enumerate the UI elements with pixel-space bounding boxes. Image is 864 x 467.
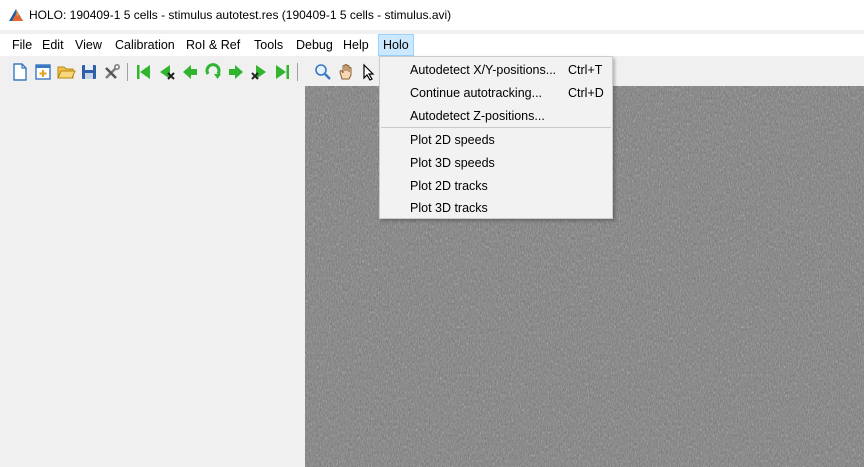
step-forward-icon[interactable] (226, 62, 246, 82)
menu-item-label: Plot 3D tracks (410, 201, 488, 215)
menu-item-plot-3d-speeds[interactable]: Plot 3D speeds (380, 152, 612, 174)
left-panel (9, 86, 305, 467)
menu-item-label: Autodetect X/Y-positions... (410, 63, 557, 77)
rotate-icon[interactable] (203, 62, 223, 82)
menu-item-label: Continue autotracking... (410, 86, 543, 100)
menu-item-shortcut: Ctrl+T (568, 63, 603, 77)
go-last-icon[interactable] (272, 62, 292, 82)
menu-item-label: Autodetect Z-positions... (410, 109, 545, 123)
zoom-icon[interactable] (313, 62, 333, 82)
matlab-icon (9, 9, 23, 21)
menu-item-autodetect-xy[interactable]: Autodetect X/Y-positions... Ctrl+T (380, 59, 612, 81)
menu-tools[interactable]: Tools (250, 34, 287, 56)
menu-calibration[interactable]: Calibration (111, 34, 179, 56)
go-first-icon[interactable] (134, 62, 154, 82)
pan-hand-icon[interactable] (336, 62, 356, 82)
new-file-icon[interactable] (10, 62, 30, 82)
menu-item-plot-2d-tracks[interactable]: Plot 2D tracks (380, 175, 612, 197)
save-icon[interactable] (79, 62, 99, 82)
menu-edit[interactable]: Edit (38, 34, 68, 56)
menu-item-shortcut: Ctrl+D (568, 86, 604, 100)
menu-item-label: Plot 2D tracks (410, 179, 488, 193)
window-title: HOLO: 190409-1 5 cells - stimulus autote… (29, 8, 452, 22)
menu-item-label: Plot 2D speeds (410, 133, 495, 147)
menu-item-plot-2d-speeds[interactable]: Plot 2D speeds (380, 129, 612, 151)
new-window-icon[interactable] (33, 62, 53, 82)
pointer-icon[interactable] (359, 62, 379, 82)
menu-help[interactable]: Help (339, 34, 373, 56)
toolbar-separator (127, 63, 128, 81)
menu-file[interactable]: File (8, 34, 36, 56)
step-forward-delete-icon[interactable] (249, 62, 269, 82)
step-back-icon[interactable] (180, 62, 200, 82)
menu-item-autodetect-z[interactable]: Autodetect Z-positions... (380, 105, 612, 127)
menu-item-label: Plot 3D speeds (410, 156, 495, 170)
menu-separator (381, 127, 611, 128)
title-bar: HOLO: 190409-1 5 cells - stimulus autote… (0, 0, 864, 30)
menu-bar: File Edit View Calibration RoI & Ref Too… (0, 34, 864, 56)
menu-debug[interactable]: Debug (292, 34, 337, 56)
tools-icon[interactable] (102, 62, 122, 82)
menu-view[interactable]: View (71, 34, 106, 56)
menu-holo[interactable]: Holo (378, 34, 414, 56)
menu-item-plot-3d-tracks[interactable]: Plot 3D tracks (380, 197, 612, 219)
open-folder-icon[interactable] (56, 62, 76, 82)
holo-menu-dropdown: Autodetect X/Y-positions... Ctrl+T Conti… (379, 56, 613, 219)
step-back-delete-icon[interactable] (157, 62, 177, 82)
toolbar-separator (297, 63, 298, 81)
menu-item-continue-autotracking[interactable]: Continue autotracking... Ctrl+D (380, 82, 612, 104)
menu-roi-ref[interactable]: RoI & Ref (182, 34, 244, 56)
